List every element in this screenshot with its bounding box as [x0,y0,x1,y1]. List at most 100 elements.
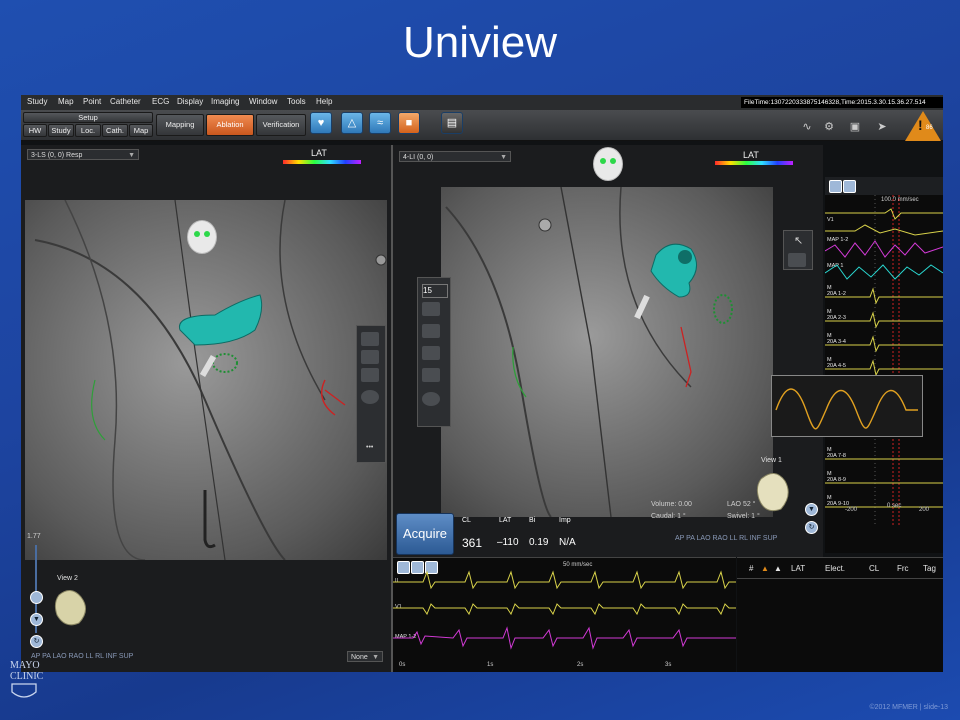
right-ecg-panel: 100.0 mm/sec V1 MAP 1-2 MAP 1 M 20A 1-2 … [825,195,943,553]
mid-pointer-tools: ↖ [783,230,813,270]
right-ecg-toolbar [825,177,943,195]
left-view-toolstrip: ••• [356,325,386,463]
menu-bar: Study Map Point Catheter ECG Display Ima… [21,95,943,110]
left-view-label: View 2 [57,575,78,582]
left-fluoro-view[interactable]: 3-LS (0, 0) Resp ▼ LAT ••• 1.77 ▼ ↻ View… [21,145,393,672]
monitor-status-icon[interactable]: ▣ [847,120,863,134]
right-ecg-axis-label: -200 [845,507,858,513]
left-projection-buttons[interactable]: AP PA LAO RAO LL RL INF SUP [31,653,133,660]
setup-tab-study[interactable]: Study [48,124,74,137]
menu-tools[interactable]: Tools [287,97,306,106]
zoom-down-icon[interactable]: ▼ [30,613,43,626]
menu-point[interactable]: Point [83,97,101,106]
cable-status-icon[interactable]: ∿ [799,120,815,134]
slide-title: Uniview [402,18,558,67]
mid-orientation-face-icon[interactable] [593,147,623,181]
toolstrip-erase-icon[interactable] [422,368,440,382]
layout-tool-icon[interactable]: ▤ [441,112,463,134]
readout-header-imp: Imp [559,517,571,524]
mid-zoom-down-icon[interactable]: ▼ [805,503,818,516]
heart-orientation-model[interactable] [51,585,91,629]
view-reset-icon[interactable]: ↻ [30,635,43,648]
setup-tab-cath[interactable]: Cath. [102,124,128,137]
col-tag[interactable]: Tag [923,564,936,573]
pointer-arrow-icon[interactable]: ↖ [794,234,803,247]
carto-univu-window: Study Map Point Catheter ECG Display Ima… [21,95,943,672]
chevron-down-icon: ▼ [128,152,135,159]
heart-tool-icon[interactable]: ♥ [310,112,332,134]
fluoroscopy-image [25,200,387,560]
toolstrip-star-icon[interactable] [361,368,379,382]
pump-status-icon[interactable]: ➤ [874,120,890,134]
toolstrip-segment-icon[interactable] [422,324,440,338]
right-ecg-axis-label: 0 sec [887,503,902,509]
sort-up-icon[interactable]: ▲ [761,564,769,573]
warning-count: 86 [926,125,933,131]
bottom-ecg-traces [393,570,736,650]
orientation-face-icon[interactable] [187,220,217,254]
mid-view-reset-icon[interactable]: ↻ [805,521,818,534]
warning-icon[interactable] [905,111,941,141]
toolstrip-record-icon[interactable] [361,390,379,404]
lat-color-scale [283,160,361,164]
right-ecg-axis-label: 200 [919,507,930,513]
ablation-button[interactable]: Ablation [206,114,254,136]
readout-bi-value: 0.19 [529,537,549,548]
right-ecg-tool-icon[interactable] [829,180,842,193]
lock-icon[interactable]: ▲ [774,564,782,573]
mapping-button[interactable]: Mapping [156,114,204,136]
fluoro-overlay [34,200,387,560]
menu-imaging[interactable]: Imaging [211,97,239,106]
menu-map[interactable]: Map [58,97,74,106]
menu-catheter[interactable]: Catheter [110,97,141,106]
lao-readout: LAO 52 ° [727,501,756,508]
right-ecg-settings-icon[interactable] [843,180,856,193]
col-index[interactable]: # [749,564,753,573]
mid-heart-orientation-model[interactable] [753,467,793,515]
record-tool-icon[interactable]: ■ [398,112,420,134]
mid-fluoroscopy-image [441,187,773,517]
zoom-slider-handle[interactable] [30,591,43,604]
mid-map-select[interactable]: 4-LI (0, 0) ▼ [399,151,511,162]
setup-tab-loc[interactable]: Loc. [75,124,101,137]
mid-fluoro-view[interactable]: 4-LI (0, 0) ▼ LAT 15 ↖ Volume: 0.00 LAO … [393,145,823,557]
left-lat-label: LAT [311,148,327,158]
menu-study[interactable]: Study [27,97,47,106]
waveform-inset [771,375,923,437]
toolstrip-rotate-icon[interactable] [361,350,379,364]
col-cl[interactable]: CL [869,564,879,573]
left-map-select[interactable]: 3-LS (0, 0) Resp ▼ [27,149,139,160]
mid-lat-color-scale [715,161,793,165]
toolstrip-camera-icon[interactable] [361,332,379,346]
col-lat[interactable]: LAT [791,564,805,573]
warning-exclamation: ! [918,117,923,133]
probe-status-icon[interactable]: ⚙ [821,120,837,134]
dome-tool-icon[interactable]: △ [341,112,363,134]
readout-header-cl: CL [462,517,471,524]
toolstrip-value-field[interactable]: 15 [422,284,448,298]
menu-window[interactable]: Window [249,97,277,106]
volume-readout: Volume: 0.00 [651,501,692,508]
bottom-ecg-panel: 50 mm/sec II V1 MAP 1-2 0s 1s 2s 3s [393,557,736,672]
left-none-select[interactable]: None ▼ [347,651,383,662]
toolstrip-point-icon[interactable] [422,302,440,316]
col-frc[interactable]: Frc [897,564,909,573]
no-filter-icon[interactable] [788,253,806,267]
file-time-readout: FileTime:1307220333875146328,Time:2015.3… [741,97,943,108]
verification-button[interactable]: Verification [256,114,306,136]
acquire-button[interactable]: Acquire [396,513,454,555]
more-options-icon[interactable]: ••• [366,444,373,451]
menu-display[interactable]: Display [177,97,203,106]
setup-tab-hw[interactable]: HW [23,124,47,137]
setup-button[interactable]: Setup [23,112,153,123]
readout-header-bi: Bi [529,517,536,524]
mayo-clinic-logo: MAYO CLINIC [10,660,56,705]
toolstrip-record-icon[interactable] [422,392,440,406]
setup-tab-map[interactable]: Map [129,124,153,137]
mid-projection-buttons[interactable]: AP PA LAO RAO LL RL INF SUP [675,535,777,542]
col-elect[interactable]: Elect. [825,564,845,573]
toolstrip-draw-icon[interactable] [422,346,440,360]
catheter-tool-icon[interactable]: ≈ [369,112,391,134]
menu-help[interactable]: Help [316,97,332,106]
menu-ecg[interactable]: ECG [152,97,169,106]
